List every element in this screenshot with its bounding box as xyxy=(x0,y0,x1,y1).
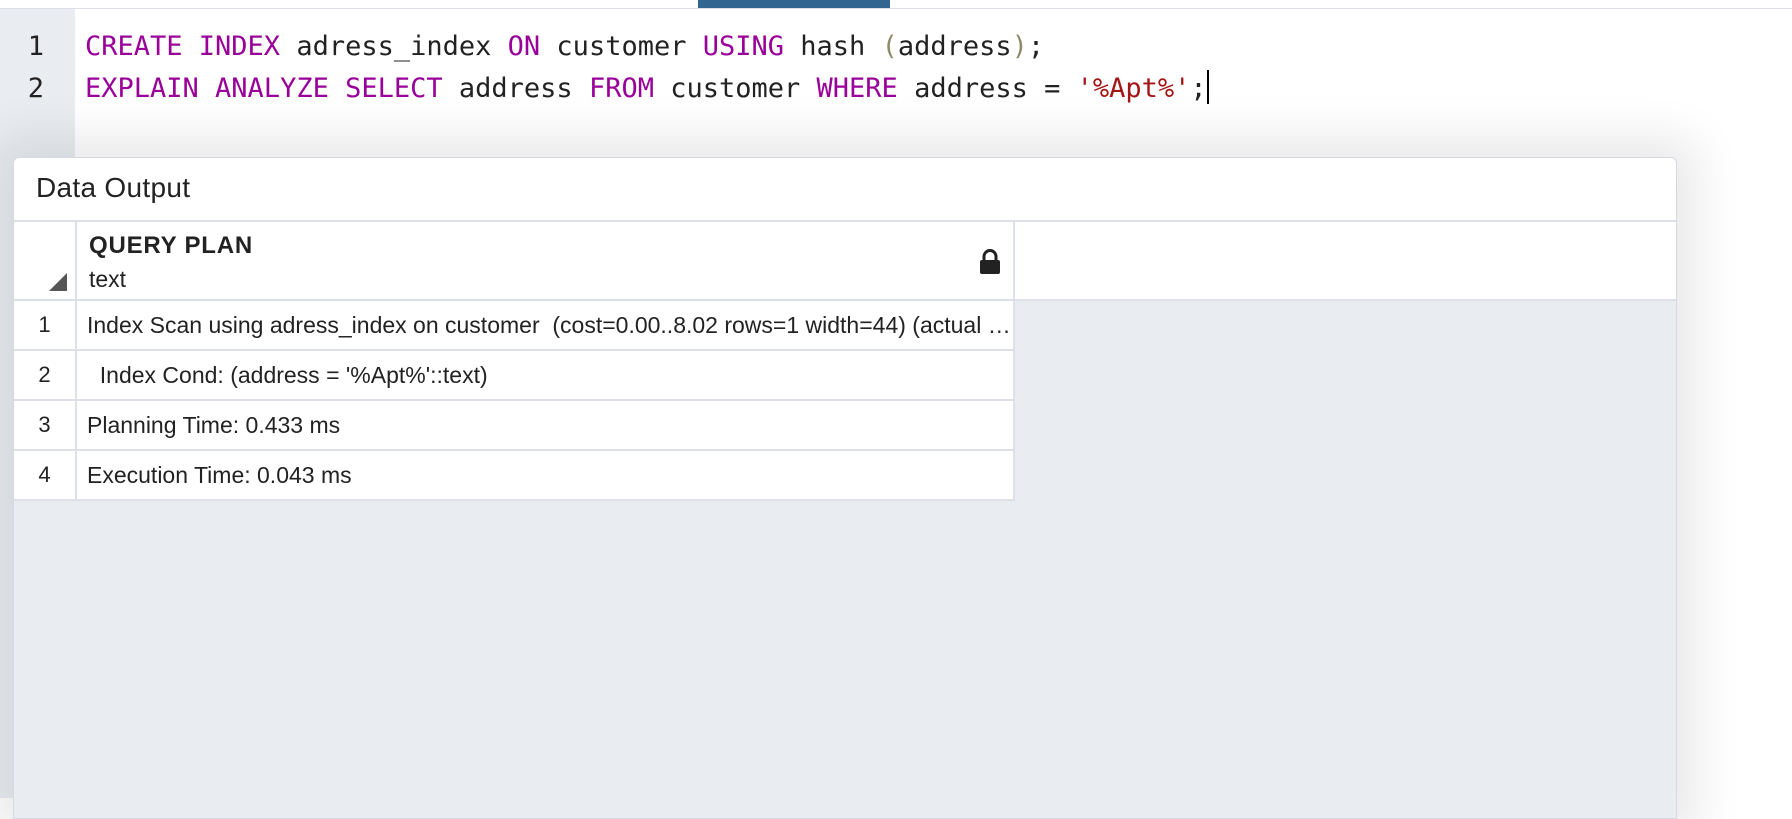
sql-identifier: customer xyxy=(540,31,703,62)
sql-condition: address = xyxy=(897,73,1077,104)
result-grid-header: QUERY PLAN text xyxy=(14,222,1676,301)
row-number[interactable]: 3 xyxy=(14,401,77,451)
line-number: 2 xyxy=(27,73,44,104)
sql-keyword: USING xyxy=(702,31,785,62)
sql-keyword: ON xyxy=(507,31,541,62)
sql-identifier: address xyxy=(442,73,589,104)
sql-string-literal: '%Apt%' xyxy=(1076,73,1191,104)
sql-paren: ) xyxy=(1011,31,1028,62)
data-output-panel: Data Output QUERY PLAN text 1 Index Scan… xyxy=(13,157,1677,819)
select-all-cell[interactable] xyxy=(14,222,77,299)
row-number[interactable]: 2 xyxy=(14,351,77,401)
sql-identifier: customer xyxy=(653,73,817,104)
row-number[interactable]: 4 xyxy=(14,451,77,501)
code-line-2[interactable]: EXPLAIN ANALYZE SELECT address FROM cust… xyxy=(85,68,1209,110)
column-name: QUERY PLAN xyxy=(89,232,254,259)
table-row[interactable]: 4 Execution Time: 0.043 ms xyxy=(14,451,1015,501)
sql-keyword: CREATE INDEX xyxy=(85,31,281,62)
column-type: text xyxy=(89,266,127,292)
table-row[interactable]: 1 Index Scan using adress_index on custo… xyxy=(14,301,1015,351)
sql-keyword: EXPLAIN ANALYZE SELECT xyxy=(85,73,443,104)
sql-identifier: hash xyxy=(784,31,882,62)
sql-identifier: address xyxy=(897,31,1012,62)
select-all-triangle-icon xyxy=(49,273,67,291)
lock-icon xyxy=(980,249,1000,274)
sql-keyword: FROM xyxy=(588,73,654,104)
sql-identifier: adress_index xyxy=(280,31,508,62)
sql-terminator: ; xyxy=(1027,31,1045,62)
column-header-query-plan[interactable]: QUERY PLAN text xyxy=(77,222,1015,299)
sql-terminator: ; xyxy=(1190,73,1207,104)
panel-header: Data Output xyxy=(14,158,1676,222)
query-plan-cell[interactable]: Index Cond: (address = '%Apt%'::text) xyxy=(77,351,1015,401)
panel-title: Data Output xyxy=(36,172,191,203)
code-line-1[interactable]: CREATE INDEX adress_index ON customer US… xyxy=(85,26,1044,68)
query-plan-cell[interactable]: Planning Time: 0.433 ms xyxy=(77,401,1015,451)
line-number: 1 xyxy=(27,31,44,62)
table-row[interactable]: 2 Index Cond: (address = '%Apt%'::text) xyxy=(14,351,1015,401)
query-plan-cell[interactable]: Index Scan using adress_index on custome… xyxy=(77,301,1015,351)
sql-keyword: WHERE xyxy=(816,73,898,104)
text-cursor xyxy=(1206,70,1209,104)
row-number[interactable]: 1 xyxy=(14,301,77,351)
active-tab-indicator xyxy=(698,0,890,8)
table-row[interactable]: 3 Planning Time: 0.433 ms xyxy=(14,401,1015,451)
sql-paren: ( xyxy=(881,31,898,62)
query-plan-cell[interactable]: Execution Time: 0.043 ms xyxy=(77,451,1015,501)
